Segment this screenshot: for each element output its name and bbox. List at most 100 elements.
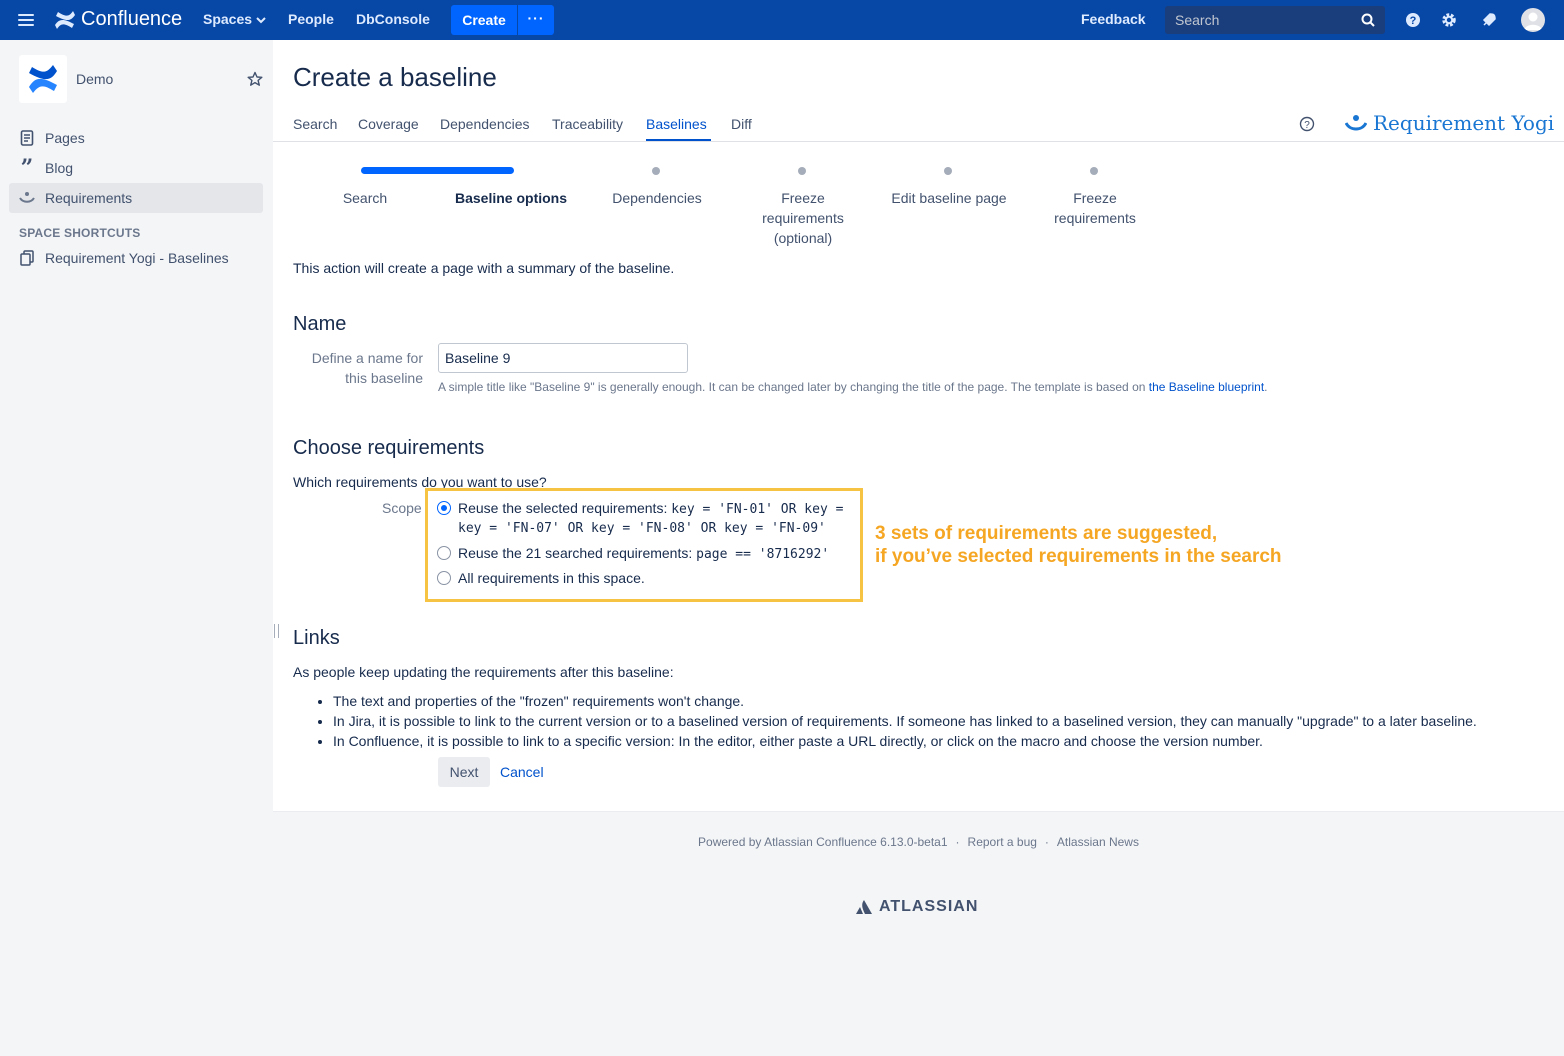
scope-radio-all[interactable] [437, 571, 451, 585]
main-content: Create a baseline Search Coverage Depend… [273, 40, 1564, 811]
top-navigation: Confluence Spaces People DbConsole Creat… [0, 0, 1564, 40]
quote-icon: ” [20, 155, 34, 181]
space-name[interactable]: Demo [76, 71, 113, 87]
next-button[interactable]: Next [438, 757, 490, 787]
help-icon[interactable]: ? [1404, 11, 1422, 29]
confluence-icon [55, 10, 75, 29]
sidebar-item-requirements[interactable]: Requirements [9, 183, 263, 213]
more-create-button[interactable]: ··· [518, 5, 554, 35]
spaces-label: Spaces [203, 11, 253, 27]
svg-text:?: ? [1304, 120, 1310, 131]
help-circle-icon[interactable]: ? [1299, 116, 1315, 132]
user-icon [1524, 12, 1542, 30]
option-query: key = 'FN-01' OR key = [671, 502, 844, 517]
menu-icon[interactable] [18, 12, 34, 28]
tab-baselines[interactable]: Baselines [646, 116, 707, 132]
footer: Powered by Atlassian Confluence 6.13.0-b… [273, 811, 1564, 1056]
wizard-step-dependencies: Dependencies [612, 190, 702, 206]
wizard-step-dot [944, 167, 952, 175]
label-line: this baseline [345, 370, 423, 386]
sidebar: Demo Pages ” Blog Requirements SPACE SHO… [0, 40, 273, 1056]
notifications-rocket-icon[interactable] [1480, 11, 1498, 29]
dbconsole-link[interactable]: DbConsole [356, 11, 430, 27]
tab-traceability[interactable]: Traceability [552, 116, 623, 132]
links-heading: Links [293, 627, 340, 649]
links-intro: As people keep updating the requirements… [293, 664, 674, 680]
chevron-down-icon [256, 17, 266, 24]
feedback-link[interactable]: Feedback [1081, 11, 1146, 27]
brand-name: Confluence [81, 8, 183, 30]
tabs-divider [273, 141, 1564, 142]
star-icon[interactable] [247, 71, 263, 87]
pages-icon [19, 130, 35, 146]
search-placeholder: Search [1175, 12, 1220, 28]
wizard-step-dot [652, 167, 660, 175]
wizard-step-search: Search [342, 190, 388, 206]
sidebar-item-pages[interactable]: Pages [9, 123, 263, 153]
space-avatar[interactable] [19, 55, 67, 103]
links-bullets: The text and properties of the "frozen" … [313, 691, 1477, 751]
confluence-logo[interactable]: Confluence [54, 8, 182, 31]
wizard-step-edit-baseline-page: Edit baseline page [891, 190, 1007, 206]
baseline-name-input[interactable]: Baseline 9 [438, 343, 688, 373]
step-line: requirements [762, 210, 844, 226]
sidebar-item-blog[interactable]: ” Blog [9, 153, 263, 183]
requirement-yogi-icon [19, 190, 35, 206]
page-title: Create a baseline [293, 62, 497, 92]
option-query: page == '8716292' [696, 547, 830, 562]
label-line: Define a name for [311, 350, 423, 366]
sidebar-resize-handle[interactable] [274, 624, 279, 638]
hint-text: A simple title like "Baseline 9" is gene… [438, 380, 1149, 394]
scope-option-selected-line1[interactable]: Reuse the selected requirements: key = '… [458, 500, 862, 517]
people-link[interactable]: People [288, 11, 334, 27]
wizard-step-dot [1090, 167, 1098, 175]
spaces-menu[interactable]: Spaces [203, 11, 266, 27]
confluence-space-icon [29, 65, 57, 93]
wizard-step-dot [798, 167, 806, 175]
tab-search[interactable]: Search [293, 116, 337, 132]
footer-separator: · [955, 835, 960, 849]
wizard-step-baseline-options: Baseline options [454, 190, 568, 206]
hint-suffix: . [1264, 380, 1268, 394]
search-icon [1361, 13, 1375, 27]
search-input[interactable]: Search [1165, 6, 1385, 34]
annotation-callout: 3 sets of requirements are suggested, if… [875, 522, 1282, 568]
list-item: The text and properties of the "frozen" … [333, 691, 1477, 711]
create-button[interactable]: Create [451, 5, 517, 35]
atlassian-news-link[interactable]: Atlassian News [1057, 835, 1139, 849]
scope-label: Scope [382, 500, 422, 516]
option-text: Reuse the selected requirements: [458, 500, 672, 516]
scope-option-searched[interactable]: Reuse the 21 searched requirements: page… [458, 545, 829, 562]
requirement-yogi-logo: Requirement Yogi [1345, 111, 1554, 135]
tab-diff[interactable]: Diff [731, 116, 752, 132]
name-hint: A simple title like "Baseline 9" is gene… [438, 380, 1268, 394]
sidebar-item-label: Pages [45, 130, 85, 146]
user-avatar[interactable] [1521, 8, 1545, 32]
wizard-step-freeze-optional: Freeze requirements (optional) [733, 188, 873, 248]
scope-radio-searched[interactable] [437, 546, 451, 560]
annotation-line: 3 sets of requirements are suggested, [875, 523, 1218, 544]
name-heading: Name [293, 313, 347, 335]
scope-option-all[interactable]: All requirements in this space. [458, 570, 645, 586]
tab-coverage[interactable]: Coverage [358, 116, 419, 132]
footer-separator: · [1044, 835, 1049, 849]
wizard-progress-bar [361, 167, 514, 174]
report-bug-link[interactable]: Report a bug [968, 835, 1037, 849]
baseline-blueprint-link[interactable]: the Baseline blueprint [1149, 380, 1264, 394]
cancel-link[interactable]: Cancel [500, 764, 544, 780]
requirement-yogi-icon [1345, 115, 1367, 131]
gear-icon[interactable] [1440, 11, 1458, 29]
scope-option-selected-line2: key = 'FN-07' OR key = 'FN-08' OR key = … [458, 521, 826, 536]
copy-pages-icon [19, 250, 35, 266]
powered-by-text: Powered by Atlassian Confluence 6.13.0-b… [698, 835, 948, 849]
tab-dependencies[interactable]: Dependencies [440, 116, 530, 132]
list-item: In Confluence, it is possible to link to… [333, 731, 1477, 751]
svg-text:?: ? [1410, 15, 1417, 27]
name-label: Define a name for this baseline [293, 348, 423, 388]
product-name: Requirement Yogi [1373, 111, 1555, 135]
option-text: Reuse the 21 searched requirements: [458, 545, 697, 561]
atlassian-logo[interactable]: ATLASSIAN [855, 898, 978, 916]
step-line: requirements [1054, 210, 1136, 226]
shortcut-requirement-yogi-baselines[interactable]: Requirement Yogi - Baselines [9, 243, 263, 273]
scope-radio-selected[interactable] [437, 501, 451, 515]
